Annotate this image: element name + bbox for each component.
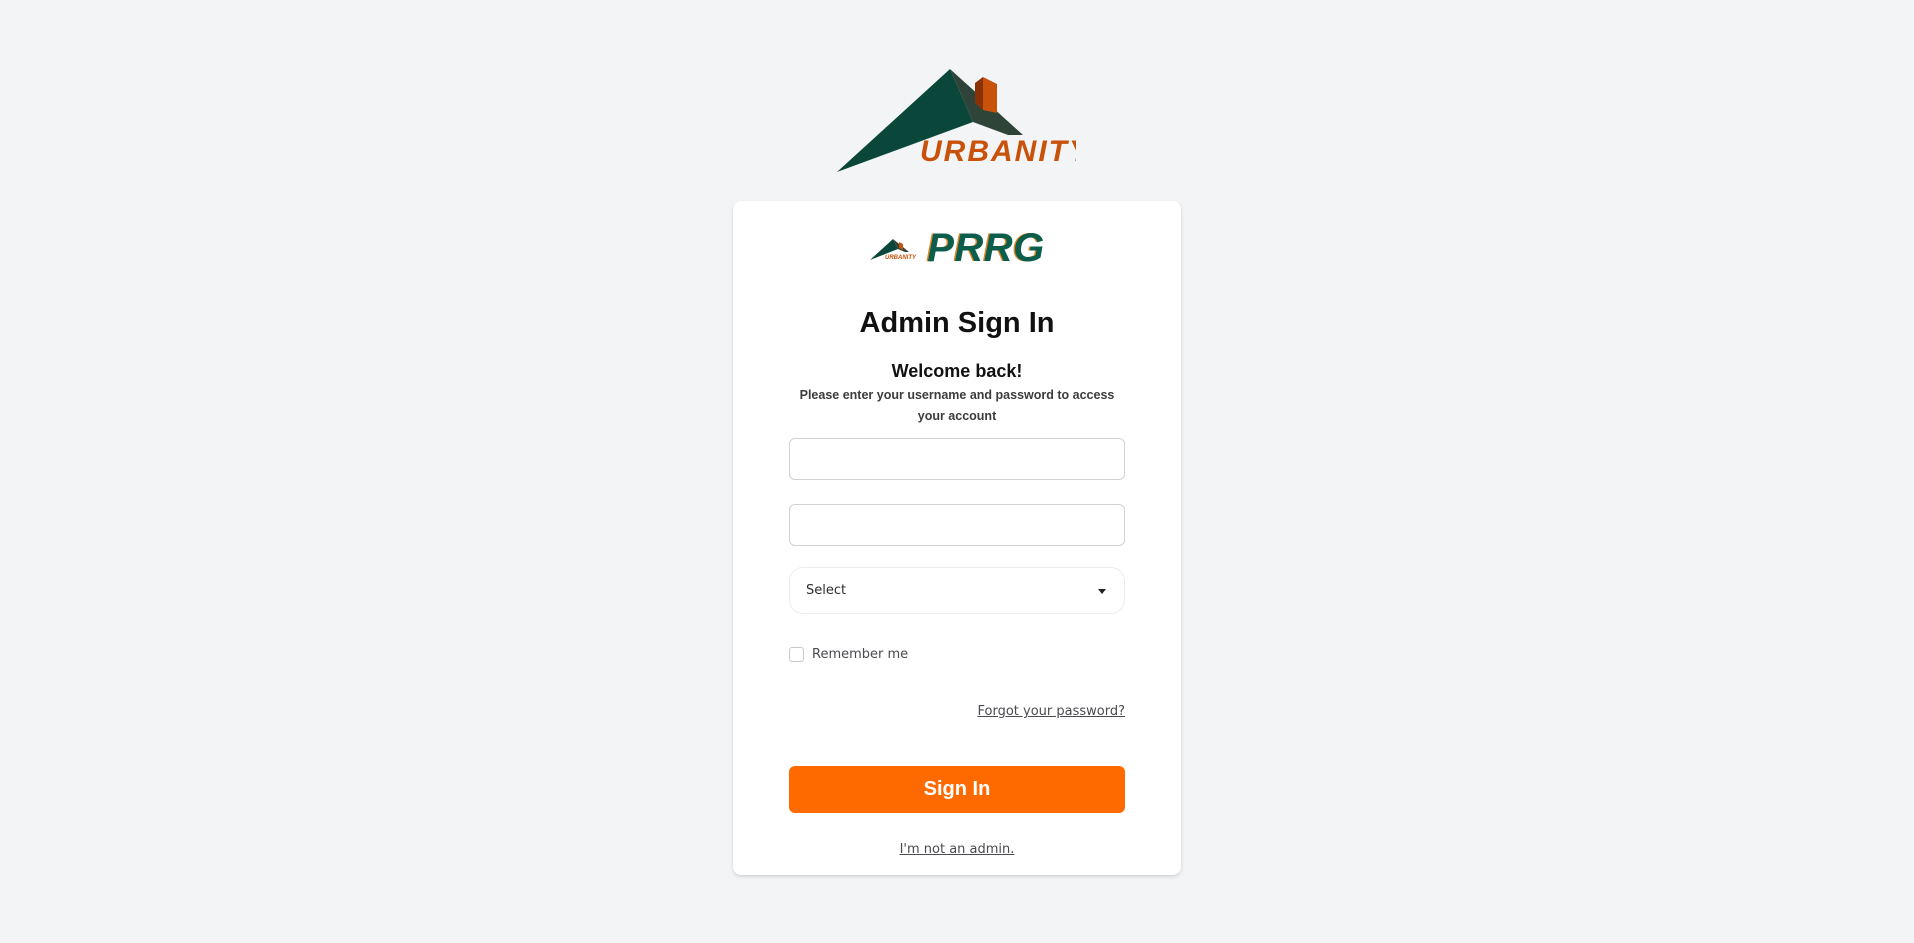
remember-me-label: Remember me	[812, 647, 909, 662]
sign-in-description: Please enter your username and password …	[799, 388, 1115, 423]
forgot-password-link[interactable]: Forgot your password?	[977, 704, 1125, 719]
roof-logo-icon: URBANITY	[837, 69, 1076, 172]
role-select-value: Select	[806, 583, 847, 598]
remember-me-checkbox[interactable]	[789, 647, 804, 662]
not-admin-row: I'm not an admin.	[733, 840, 1181, 858]
chimney-front	[983, 77, 997, 113]
svg-text:URBANITY: URBANITY	[885, 255, 917, 261]
brand-name: PRRG	[927, 225, 1045, 270]
password-input[interactable]	[789, 504, 1125, 546]
brand-header: URBANITY PRRG	[733, 225, 1181, 271]
urbanity-wordmark: URBANITY	[920, 135, 1076, 168]
remember-me-option[interactable]: Remember me	[789, 647, 908, 662]
welcome-heading: Welcome back!	[891, 361, 1023, 381]
page-title: Admin Sign In	[859, 307, 1055, 339]
username-input[interactable]	[789, 438, 1125, 480]
not-admin-link[interactable]: I'm not an admin.	[900, 842, 1015, 857]
urbanity-logo: URBANITY	[836, 66, 1076, 176]
sign-in-button[interactable]: Sign In	[789, 766, 1125, 813]
role-select[interactable]: Select	[789, 567, 1125, 614]
urbanity-mini-logo-icon: URBANITY	[870, 239, 917, 261]
sign-in-card: URBANITY PRRG Admin Sign In Welcome back…	[733, 201, 1181, 875]
caret-down-icon	[1098, 589, 1106, 594]
